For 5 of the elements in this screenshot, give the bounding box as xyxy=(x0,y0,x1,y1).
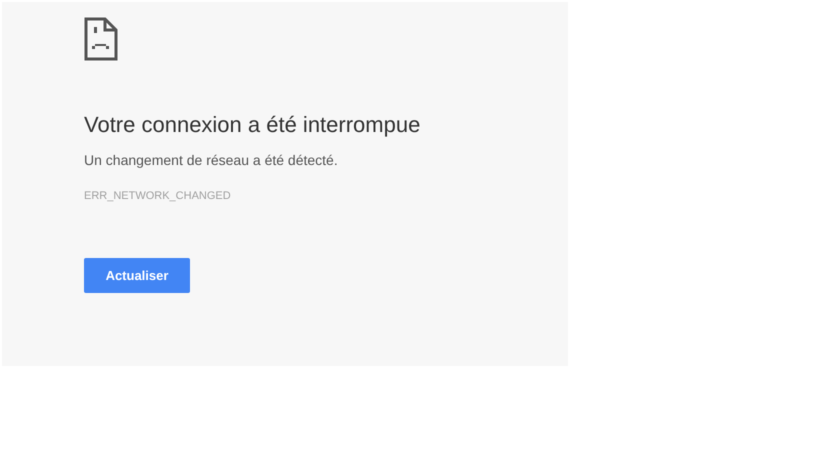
sad-document-icon xyxy=(84,17,118,61)
error-code: ERR_NETWORK_CHANGED xyxy=(84,189,231,203)
error-title: Votre connexion a été interrompue xyxy=(84,111,420,139)
reload-button[interactable]: Actualiser xyxy=(84,258,190,293)
error-message: Un changement de réseau a été détecté. xyxy=(84,151,338,169)
